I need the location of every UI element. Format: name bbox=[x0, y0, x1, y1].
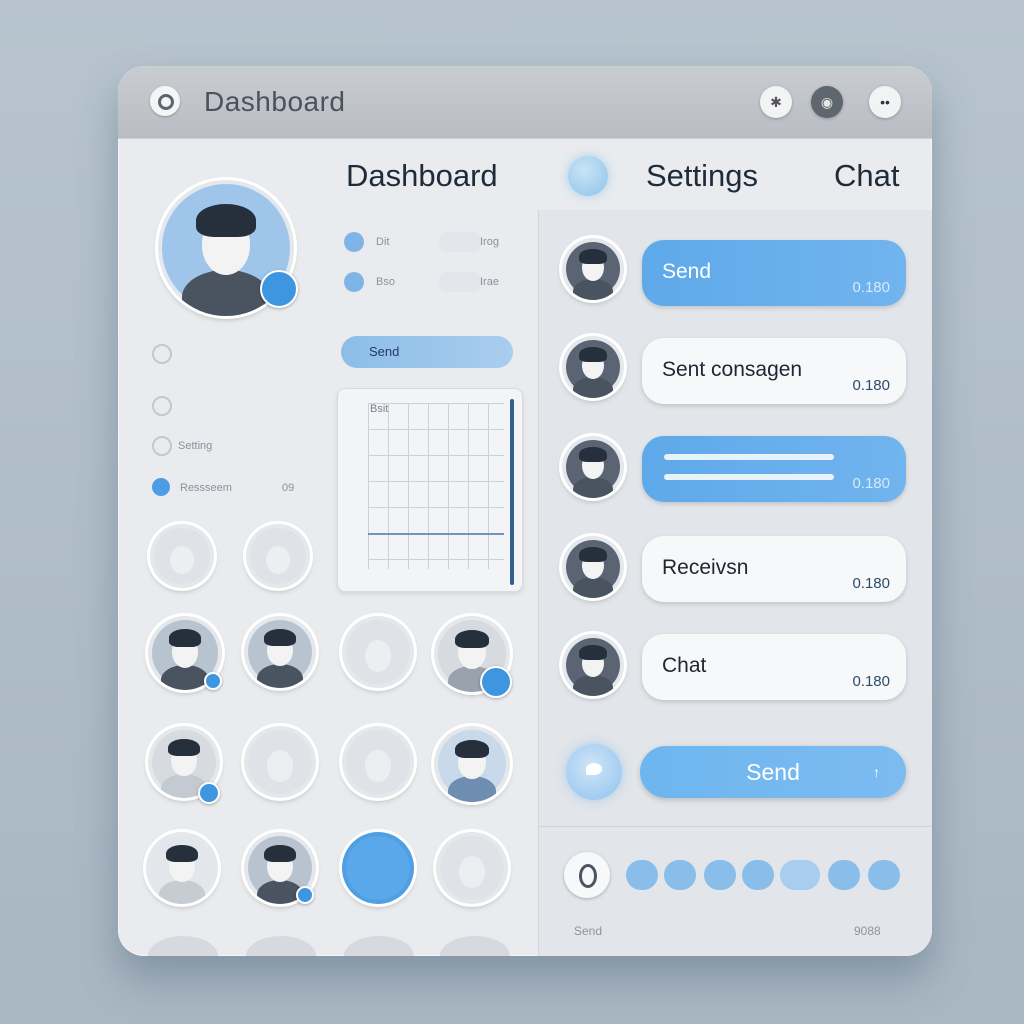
title-bar: Dashboard ✱ ◉ •• bbox=[118, 66, 932, 139]
message-bubble[interactable]: Sent consagen 0.180 bbox=[642, 338, 906, 404]
bottom-item[interactable] bbox=[344, 936, 414, 956]
contact-avatar[interactable] bbox=[342, 726, 414, 798]
settings-icon[interactable]: ✱ bbox=[760, 86, 792, 118]
message-time: 0.180 bbox=[852, 475, 890, 492]
bottom-item[interactable] bbox=[440, 936, 510, 956]
contact-avatar[interactable] bbox=[244, 726, 316, 798]
more-icon[interactable]: •• bbox=[869, 86, 901, 118]
app-window: Dashboard ✱ ◉ •• Dashboard Settings Chat… bbox=[118, 66, 932, 956]
message-text: Receivsn bbox=[662, 556, 749, 579]
quick-reply-chip[interactable] bbox=[626, 860, 658, 890]
contact-avatar[interactable] bbox=[436, 832, 508, 904]
tab-chat[interactable]: Chat bbox=[834, 158, 899, 194]
menu-item-value: 09 bbox=[282, 482, 295, 494]
chat-avatar[interactable] bbox=[562, 238, 624, 300]
message-text: Send bbox=[662, 260, 712, 283]
message-bubble[interactable]: Chat 0.180 bbox=[642, 634, 906, 700]
send-button[interactable]: Send ↑ bbox=[640, 746, 906, 798]
option-label: Dit bbox=[376, 236, 390, 248]
attach-icon[interactable] bbox=[566, 744, 622, 800]
message-bubble[interactable]: Receivsn 0.180 bbox=[642, 536, 906, 602]
menu-item-icon[interactable] bbox=[152, 436, 172, 456]
quick-reply-chip[interactable] bbox=[664, 860, 696, 890]
contact-status-badge bbox=[480, 666, 512, 698]
contact-avatar[interactable] bbox=[342, 616, 414, 688]
option-label: Bso bbox=[376, 276, 395, 288]
nav-indicator-icon[interactable] bbox=[568, 156, 608, 196]
chat-avatar[interactable] bbox=[562, 536, 624, 598]
option-value: Irog bbox=[480, 236, 499, 248]
send-arrow-icon: ↑ bbox=[873, 764, 880, 780]
contact-status-badge bbox=[296, 886, 314, 904]
message-text: Chat bbox=[662, 654, 707, 677]
chat-avatar[interactable] bbox=[562, 336, 624, 398]
chat-avatar[interactable] bbox=[562, 436, 624, 498]
message-time: 0.180 bbox=[852, 673, 890, 690]
quick-send-button[interactable]: Send bbox=[341, 336, 513, 368]
quick-reply-chip[interactable] bbox=[742, 860, 774, 890]
contact-status-badge bbox=[204, 672, 222, 690]
activity-chart-card: Bsit bbox=[337, 388, 523, 592]
panel-divider bbox=[538, 210, 539, 956]
chart-grid bbox=[368, 403, 504, 569]
quick-reply-chip[interactable] bbox=[780, 860, 820, 890]
message-time: 0.180 bbox=[852, 575, 890, 592]
option-toggle[interactable] bbox=[438, 272, 482, 292]
menu-item-label[interactable]: Setting bbox=[178, 440, 212, 452]
option-value: Irae bbox=[480, 276, 499, 288]
chart-label: Bsit bbox=[370, 403, 389, 415]
message-placeholder-line bbox=[664, 454, 834, 460]
contact-avatar[interactable] bbox=[244, 616, 316, 688]
quick-reply-chip[interactable] bbox=[868, 860, 900, 890]
message-bubble[interactable]: 0.180 bbox=[642, 436, 906, 502]
message-text: Sent consagen bbox=[662, 358, 803, 381]
app-logo-icon bbox=[150, 86, 180, 116]
menu-icon[interactable]: ◉ bbox=[811, 86, 843, 118]
quick-reply-chip[interactable] bbox=[704, 860, 736, 890]
message-time: 0.180 bbox=[852, 279, 890, 296]
contact-avatar[interactable] bbox=[246, 524, 310, 588]
app-title: Dashboard bbox=[204, 86, 346, 117]
option-dot-icon[interactable] bbox=[344, 232, 364, 252]
option-dot-icon[interactable] bbox=[344, 272, 364, 292]
footer-label: Send bbox=[574, 924, 603, 938]
message-placeholder-line bbox=[664, 474, 834, 480]
menu-item-active-icon[interactable] bbox=[152, 478, 170, 496]
menu-item-icon[interactable] bbox=[152, 396, 172, 416]
contact-avatar[interactable] bbox=[150, 524, 214, 588]
chart-scrollbar[interactable] bbox=[510, 399, 514, 585]
compose-icon[interactable] bbox=[564, 852, 610, 898]
contact-avatar[interactable] bbox=[434, 726, 510, 802]
send-button-label: Send bbox=[746, 759, 800, 785]
quick-reply-chip[interactable] bbox=[828, 860, 860, 890]
footer-count: 9088 bbox=[854, 924, 881, 938]
option-toggle[interactable] bbox=[438, 232, 482, 252]
menu-item-label[interactable]: Ressseem bbox=[180, 482, 232, 494]
message-time: 0.180 bbox=[852, 377, 890, 394]
tab-dashboard[interactable]: Dashboard bbox=[346, 158, 498, 194]
contact-status-badge bbox=[198, 782, 220, 804]
bottom-item[interactable] bbox=[246, 936, 316, 956]
contact-avatar[interactable] bbox=[146, 832, 218, 904]
message-bubble[interactable]: Send 0.180 bbox=[642, 240, 906, 306]
bottom-item[interactable] bbox=[148, 936, 218, 956]
tab-settings[interactable]: Settings bbox=[646, 158, 758, 194]
group-button[interactable] bbox=[342, 832, 414, 904]
chat-avatar[interactable] bbox=[562, 634, 624, 696]
profile-status-badge bbox=[260, 270, 298, 308]
chart-baseline bbox=[368, 533, 504, 535]
menu-item-icon[interactable] bbox=[152, 344, 172, 364]
compose-divider bbox=[538, 826, 932, 827]
